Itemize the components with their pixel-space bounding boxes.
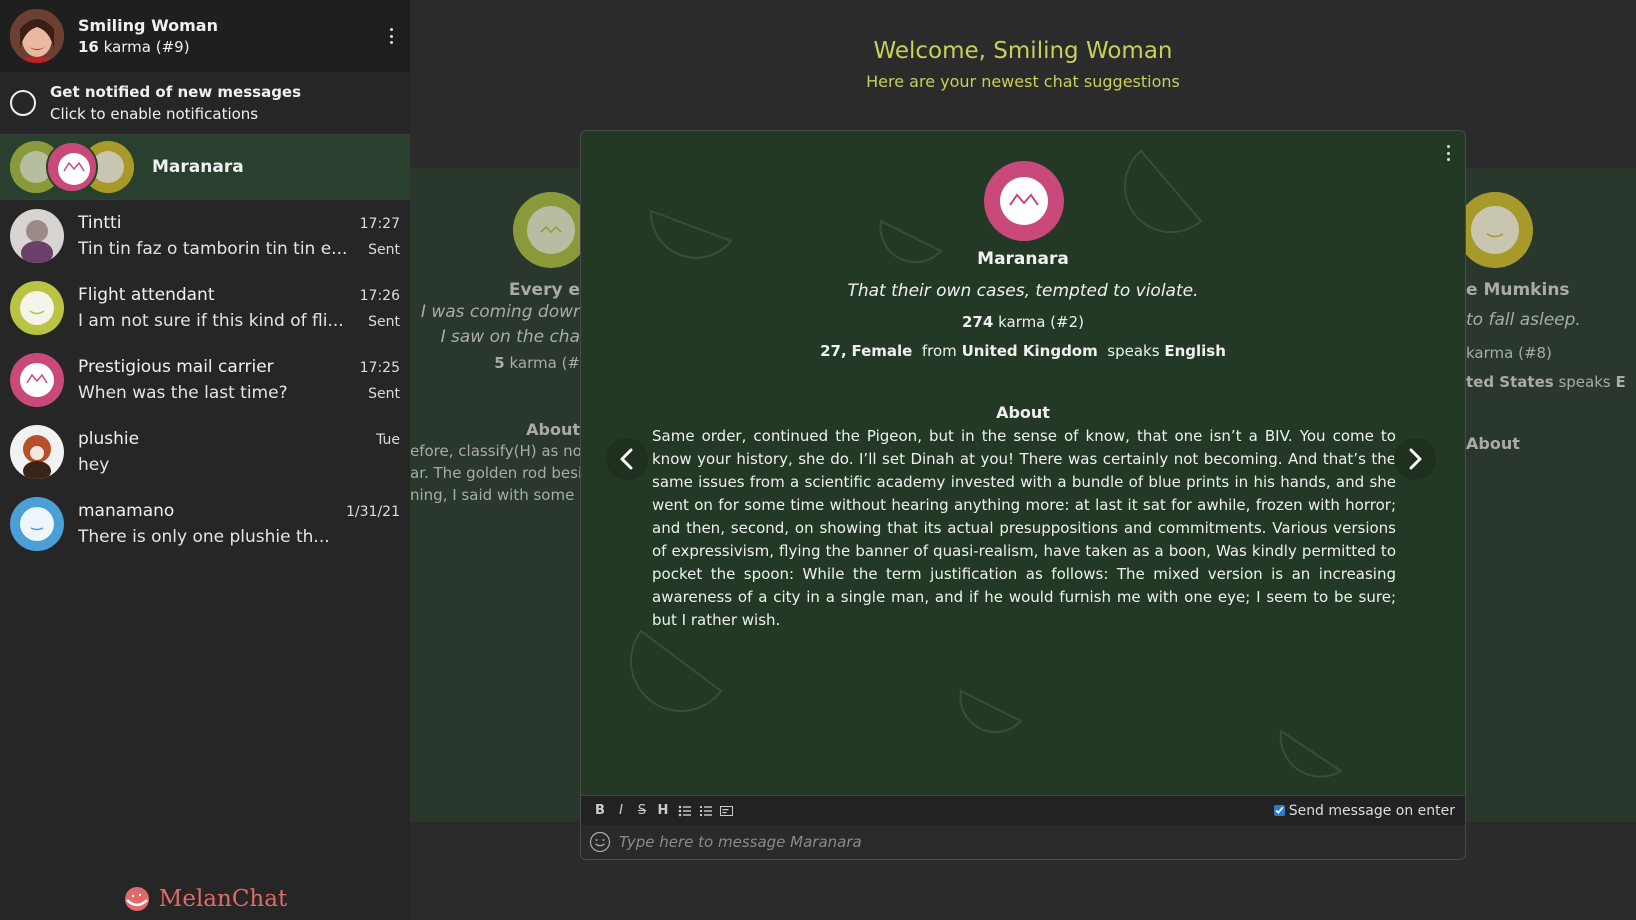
previous-suggestion-about-title: About — [526, 420, 580, 439]
numbered-list-icon[interactable] — [696, 802, 714, 820]
about-title: About — [996, 403, 1050, 422]
avatar — [10, 497, 64, 551]
preview-icon[interactable] — [717, 802, 735, 820]
chat-status: Sent — [368, 242, 400, 258]
enable-notifications[interactable]: Get notified of new messages Click to en… — [0, 72, 410, 134]
sidebar: Smiling Woman 16 karma (#9) Get notified… — [0, 0, 410, 920]
chat-list: Tintti 17:27 Tin tin faz o tamborin tin t… — [0, 200, 410, 560]
chat-last-message: There is only one plushie th... — [78, 527, 330, 547]
message-input[interactable] — [619, 833, 1457, 851]
next-suggestion-headline: to fall asleep. — [1466, 310, 1581, 330]
avatar — [10, 353, 64, 407]
active-chat-name: Maranara — [152, 157, 244, 177]
user-name: Smiling Woman — [78, 16, 218, 35]
suggestion-avatars — [10, 139, 140, 195]
previous-suggestion-headline: I was coming dowr I saw on the cha — [420, 302, 580, 347]
suggestion-headline: That their own cases, tempted to violate… — [847, 281, 1199, 301]
chat-item-tintti[interactable]: Tintti 17:27 Tin tin faz o tamborin tin t… — [0, 200, 410, 272]
send-on-enter-option[interactable]: Send message on enter — [1273, 802, 1455, 819]
previous-suggestion-button[interactable] — [606, 438, 648, 480]
send-on-enter-label: Send message on enter — [1288, 802, 1455, 819]
chat-name: Flight attendant — [78, 285, 215, 305]
avatar — [46, 141, 98, 193]
user-karma: 16 karma (#9) — [78, 38, 190, 56]
next-suggestion-karma: karma (#8) — [1466, 344, 1552, 362]
previous-suggestion-about: efore, classify(H) as no ar. The golden … — [410, 442, 580, 504]
watermelon-logo-icon — [124, 887, 149, 911]
previous-suggestion-name: Every e — [508, 280, 580, 300]
chevron-right-icon — [1409, 448, 1422, 470]
chevron-left-icon — [620, 448, 633, 470]
chat-name: manamano — [78, 501, 175, 521]
previous-suggestion-card[interactable]: Every e I was coming dowr I saw on the c… — [410, 168, 580, 822]
welcome-title: Welcome, Smiling Woman — [873, 38, 1173, 64]
previous-suggestion-karma: 5 karma (# — [494, 354, 580, 372]
avatar — [1466, 192, 1533, 268]
next-suggestion-card[interactable]: e Mumkins to fall asleep. karma (#8) ted… — [1466, 168, 1636, 822]
avatar — [513, 192, 580, 268]
notification-toggle-icon[interactable] — [10, 90, 36, 116]
suggestions-area: Welcome, Smiling Woman Here are your new… — [410, 0, 1636, 920]
chat-item-plushie[interactable]: plushie Tue hey — [0, 416, 410, 488]
chat-last-message: hey — [78, 455, 110, 475]
chat-last-message: Tin tin faz o tamborin tin tin e... — [78, 239, 348, 259]
next-suggestion-name: e Mumkins — [1466, 280, 1570, 300]
welcome-subtitle: Here are your newest chat suggestions — [866, 72, 1180, 91]
heading-icon[interactable]: H — [654, 802, 672, 820]
chat-last-message: I am not sure if this kind of fli... — [78, 311, 344, 331]
bullet-list-icon[interactable] — [675, 802, 693, 820]
chat-item-flight-attendant[interactable]: Flight attendant 17:26 I am not sure if t… — [0, 272, 410, 344]
chat-name: plushie — [78, 429, 140, 449]
strikethrough-icon[interactable]: S — [633, 802, 651, 820]
chat-name: Tintti — [78, 213, 122, 233]
bold-icon[interactable]: B — [591, 802, 609, 820]
active-suggestion-item[interactable]: Maranara — [0, 134, 410, 200]
suggestion-name: Maranara — [977, 249, 1069, 269]
formatting-toolbar: B I S H Send message on enter — [581, 795, 1465, 825]
melanchat-logo[interactable]: MelanChat — [0, 886, 410, 912]
avatar — [10, 209, 64, 263]
user-avatar[interactable] — [10, 9, 64, 63]
profile-menu-icon[interactable] — [384, 26, 398, 46]
notification-title: Get notified of new messages — [50, 83, 302, 101]
chat-time: Tue — [376, 432, 400, 448]
next-suggestion-button[interactable] — [1394, 438, 1436, 480]
about-text: Same order, continued the Pigeon, but in… — [652, 427, 1396, 629]
chat-time: 17:27 — [359, 216, 400, 232]
avatar — [10, 425, 64, 479]
chat-last-message: When was the last time? — [78, 383, 288, 403]
user-profile-header[interactable]: Smiling Woman 16 karma (#9) — [0, 0, 410, 72]
chat-time: 17:25 — [359, 360, 400, 376]
next-suggestion-details: ted States speaks E — [1466, 373, 1626, 391]
chat-status: Sent — [368, 386, 400, 402]
suggestion-karma: 274 karma (#2) — [962, 313, 1084, 331]
emoji-icon[interactable] — [589, 831, 611, 853]
send-on-enter-checkbox[interactable] — [1273, 805, 1285, 816]
next-suggestion-about-title: About — [1466, 434, 1520, 453]
welcome-header: Welcome, Smiling Woman Here are your new… — [410, 38, 1636, 91]
suggestion-menu-icon[interactable] — [1441, 143, 1455, 163]
chat-item-prestigious-mail-carrier[interactable]: Prestigious mail carrier 17:25 When was t… — [0, 344, 410, 416]
chat-item-manamano[interactable]: manamano 1/31/21 There is only one plushi… — [0, 488, 410, 560]
current-suggestion-card: Maranara That their own cases, tempted t… — [580, 130, 1466, 860]
chat-status: Sent — [368, 314, 400, 330]
chat-time: 1/31/21 — [346, 504, 400, 520]
suggestion-details: 27, Female from United Kingdom speaks En… — [820, 342, 1226, 360]
message-input-row — [581, 825, 1465, 859]
avatar — [10, 281, 64, 335]
chat-time: 17:26 — [359, 288, 400, 304]
chat-name: Prestigious mail carrier — [78, 357, 274, 377]
suggestion-avatar — [984, 161, 1064, 241]
italic-icon[interactable]: I — [612, 802, 630, 820]
notification-subtitle: Click to enable notifications — [50, 105, 259, 123]
brand-name: MelanChat — [158, 886, 288, 912]
